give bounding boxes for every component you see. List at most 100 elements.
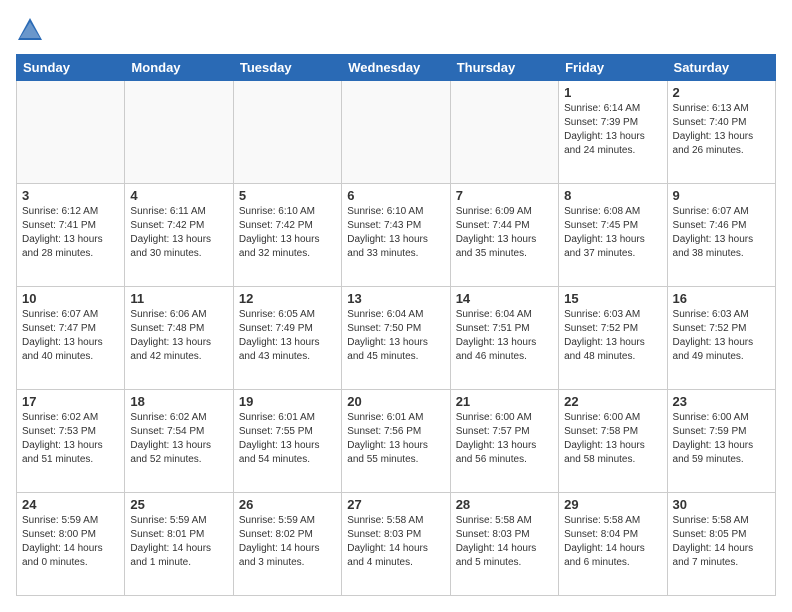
calendar-week-3: 10Sunrise: 6:07 AM Sunset: 7:47 PM Dayli… (17, 287, 776, 390)
day-number: 18 (130, 394, 227, 409)
day-number: 21 (456, 394, 553, 409)
day-info: Sunrise: 6:00 AM Sunset: 7:58 PM Dayligh… (564, 411, 661, 467)
day-info: Sunrise: 6:05 AM Sunset: 7:49 PM Dayligh… (239, 308, 336, 364)
day-info: Sunrise: 6:10 AM Sunset: 7:42 PM Dayligh… (239, 205, 336, 261)
calendar-header-row: SundayMondayTuesdayWednesdayThursdayFrid… (17, 55, 776, 81)
page: SundayMondayTuesdayWednesdayThursdayFrid… (0, 0, 792, 612)
calendar-cell: 4 Sunrise: 6:11 AM Sunset: 7:42 PM Daylig… (125, 184, 233, 287)
logo-icon (16, 16, 44, 44)
day-info: Sunrise: 6:04 AM Sunset: 7:51 PM Dayligh… (456, 308, 553, 364)
calendar-cell: 1 Sunrise: 6:14 AM Sunset: 7:39 PM Daylig… (559, 81, 667, 184)
day-info: Sunrise: 5:58 AM Sunset: 8:04 PM Dayligh… (564, 514, 661, 570)
weekday-header-tuesday: Tuesday (233, 55, 341, 81)
day-info: Sunrise: 6:01 AM Sunset: 7:56 PM Dayligh… (347, 411, 444, 467)
day-info: Sunrise: 6:00 AM Sunset: 7:59 PM Dayligh… (673, 411, 770, 467)
calendar-week-1: 1 Sunrise: 6:14 AM Sunset: 7:39 PM Daylig… (17, 81, 776, 184)
calendar-cell: 16 Sunrise: 6:03 AM Sunset: 7:52 PM Dayli… (667, 287, 775, 390)
day-number: 14 (456, 291, 553, 306)
weekday-header-thursday: Thursday (450, 55, 558, 81)
calendar-cell: 24Sunrise: 5:59 AM Sunset: 8:00 PM Dayli… (17, 493, 125, 596)
calendar-week-4: 17 Sunrise: 6:02 AM Sunset: 7:53 PM Dayli… (17, 390, 776, 493)
header (16, 16, 776, 44)
calendar-cell: 14 Sunrise: 6:04 AM Sunset: 7:51 PM Dayli… (450, 287, 558, 390)
day-number: 22 (564, 394, 661, 409)
calendar-cell: 5 Sunrise: 6:10 AM Sunset: 7:42 PM Daylig… (233, 184, 341, 287)
day-number: 15 (564, 291, 661, 306)
day-info: Sunrise: 5:58 AM Sunset: 8:03 PM Dayligh… (456, 514, 553, 570)
day-info: Sunrise: 6:14 AM Sunset: 7:39 PM Dayligh… (564, 102, 661, 158)
day-info: Sunrise: 6:08 AM Sunset: 7:45 PM Dayligh… (564, 205, 661, 261)
day-number: 5 (239, 188, 336, 203)
day-info: Sunrise: 6:03 AM Sunset: 7:52 PM Dayligh… (673, 308, 770, 364)
calendar-cell: 18 Sunrise: 6:02 AM Sunset: 7:54 PM Dayli… (125, 390, 233, 493)
day-number: 26 (239, 497, 336, 512)
day-info: Sunrise: 6:04 AM Sunset: 7:50 PM Dayligh… (347, 308, 444, 364)
day-info: Sunrise: 5:59 AM Sunset: 8:02 PM Dayligh… (239, 514, 336, 570)
day-number: 2 (673, 85, 770, 100)
calendar-cell: 8 Sunrise: 6:08 AM Sunset: 7:45 PM Daylig… (559, 184, 667, 287)
calendar-table: SundayMondayTuesdayWednesdayThursdayFrid… (16, 54, 776, 596)
day-info: Sunrise: 6:09 AM Sunset: 7:44 PM Dayligh… (456, 205, 553, 261)
day-info: Sunrise: 5:58 AM Sunset: 8:05 PM Dayligh… (673, 514, 770, 570)
day-number: 6 (347, 188, 444, 203)
day-info: Sunrise: 6:01 AM Sunset: 7:55 PM Dayligh… (239, 411, 336, 467)
day-info: Sunrise: 6:13 AM Sunset: 7:40 PM Dayligh… (673, 102, 770, 158)
day-number: 16 (673, 291, 770, 306)
day-number: 1 (564, 85, 661, 100)
day-number: 25 (130, 497, 227, 512)
calendar-cell: 3 Sunrise: 6:12 AM Sunset: 7:41 PM Daylig… (17, 184, 125, 287)
calendar-cell: 21 Sunrise: 6:00 AM Sunset: 7:57 PM Dayli… (450, 390, 558, 493)
day-info: Sunrise: 6:07 AM Sunset: 7:46 PM Dayligh… (673, 205, 770, 261)
calendar-cell: 7 Sunrise: 6:09 AM Sunset: 7:44 PM Daylig… (450, 184, 558, 287)
calendar-cell: 29 Sunrise: 5:58 AM Sunset: 8:04 PM Dayli… (559, 493, 667, 596)
calendar-cell: 19Sunrise: 6:01 AM Sunset: 7:55 PM Dayli… (233, 390, 341, 493)
day-info: Sunrise: 6:03 AM Sunset: 7:52 PM Dayligh… (564, 308, 661, 364)
day-number: 23 (673, 394, 770, 409)
calendar-cell: 10Sunrise: 6:07 AM Sunset: 7:47 PM Dayli… (17, 287, 125, 390)
day-number: 29 (564, 497, 661, 512)
day-info: Sunrise: 6:07 AM Sunset: 7:47 PM Dayligh… (22, 308, 119, 364)
calendar-cell: 28 Sunrise: 5:58 AM Sunset: 8:03 PM Dayli… (450, 493, 558, 596)
weekday-header-sunday: Sunday (17, 55, 125, 81)
day-info: Sunrise: 6:00 AM Sunset: 7:57 PM Dayligh… (456, 411, 553, 467)
day-number: 8 (564, 188, 661, 203)
calendar-cell: 20 Sunrise: 6:01 AM Sunset: 7:56 PM Dayli… (342, 390, 450, 493)
calendar-cell: 12 Sunrise: 6:05 AM Sunset: 7:49 PM Dayli… (233, 287, 341, 390)
logo (16, 16, 48, 44)
day-info: Sunrise: 5:59 AM Sunset: 8:01 PM Dayligh… (130, 514, 227, 570)
day-number: 3 (22, 188, 119, 203)
calendar-cell: 9 Sunrise: 6:07 AM Sunset: 7:46 PM Daylig… (667, 184, 775, 287)
day-number: 7 (456, 188, 553, 203)
calendar-cell (342, 81, 450, 184)
calendar-cell (17, 81, 125, 184)
day-number: 4 (130, 188, 227, 203)
day-number: 28 (456, 497, 553, 512)
weekday-header-saturday: Saturday (667, 55, 775, 81)
day-info: Sunrise: 6:10 AM Sunset: 7:43 PM Dayligh… (347, 205, 444, 261)
day-number: 24 (22, 497, 119, 512)
day-number: 30 (673, 497, 770, 512)
calendar-cell: 23 Sunrise: 6:00 AM Sunset: 7:59 PM Dayli… (667, 390, 775, 493)
calendar-cell (450, 81, 558, 184)
calendar-cell: 22 Sunrise: 6:00 AM Sunset: 7:58 PM Dayli… (559, 390, 667, 493)
day-number: 17 (22, 394, 119, 409)
calendar-cell (233, 81, 341, 184)
day-number: 20 (347, 394, 444, 409)
calendar-week-5: 24Sunrise: 5:59 AM Sunset: 8:00 PM Dayli… (17, 493, 776, 596)
day-info: Sunrise: 6:02 AM Sunset: 7:53 PM Dayligh… (22, 411, 119, 467)
day-info: Sunrise: 6:11 AM Sunset: 7:42 PM Dayligh… (130, 205, 227, 261)
calendar-cell: 25 Sunrise: 5:59 AM Sunset: 8:01 PM Dayli… (125, 493, 233, 596)
day-number: 12 (239, 291, 336, 306)
weekday-header-monday: Monday (125, 55, 233, 81)
calendar-cell: 6 Sunrise: 6:10 AM Sunset: 7:43 PM Daylig… (342, 184, 450, 287)
day-number: 27 (347, 497, 444, 512)
day-info: Sunrise: 6:02 AM Sunset: 7:54 PM Dayligh… (130, 411, 227, 467)
calendar-cell (125, 81, 233, 184)
calendar-cell: 11Sunrise: 6:06 AM Sunset: 7:48 PM Dayli… (125, 287, 233, 390)
calendar-cell: 2 Sunrise: 6:13 AM Sunset: 7:40 PM Daylig… (667, 81, 775, 184)
day-number: 9 (673, 188, 770, 203)
calendar-cell: 30 Sunrise: 5:58 AM Sunset: 8:05 PM Dayli… (667, 493, 775, 596)
day-info: Sunrise: 6:12 AM Sunset: 7:41 PM Dayligh… (22, 205, 119, 261)
weekday-header-friday: Friday (559, 55, 667, 81)
day-number: 13 (347, 291, 444, 306)
